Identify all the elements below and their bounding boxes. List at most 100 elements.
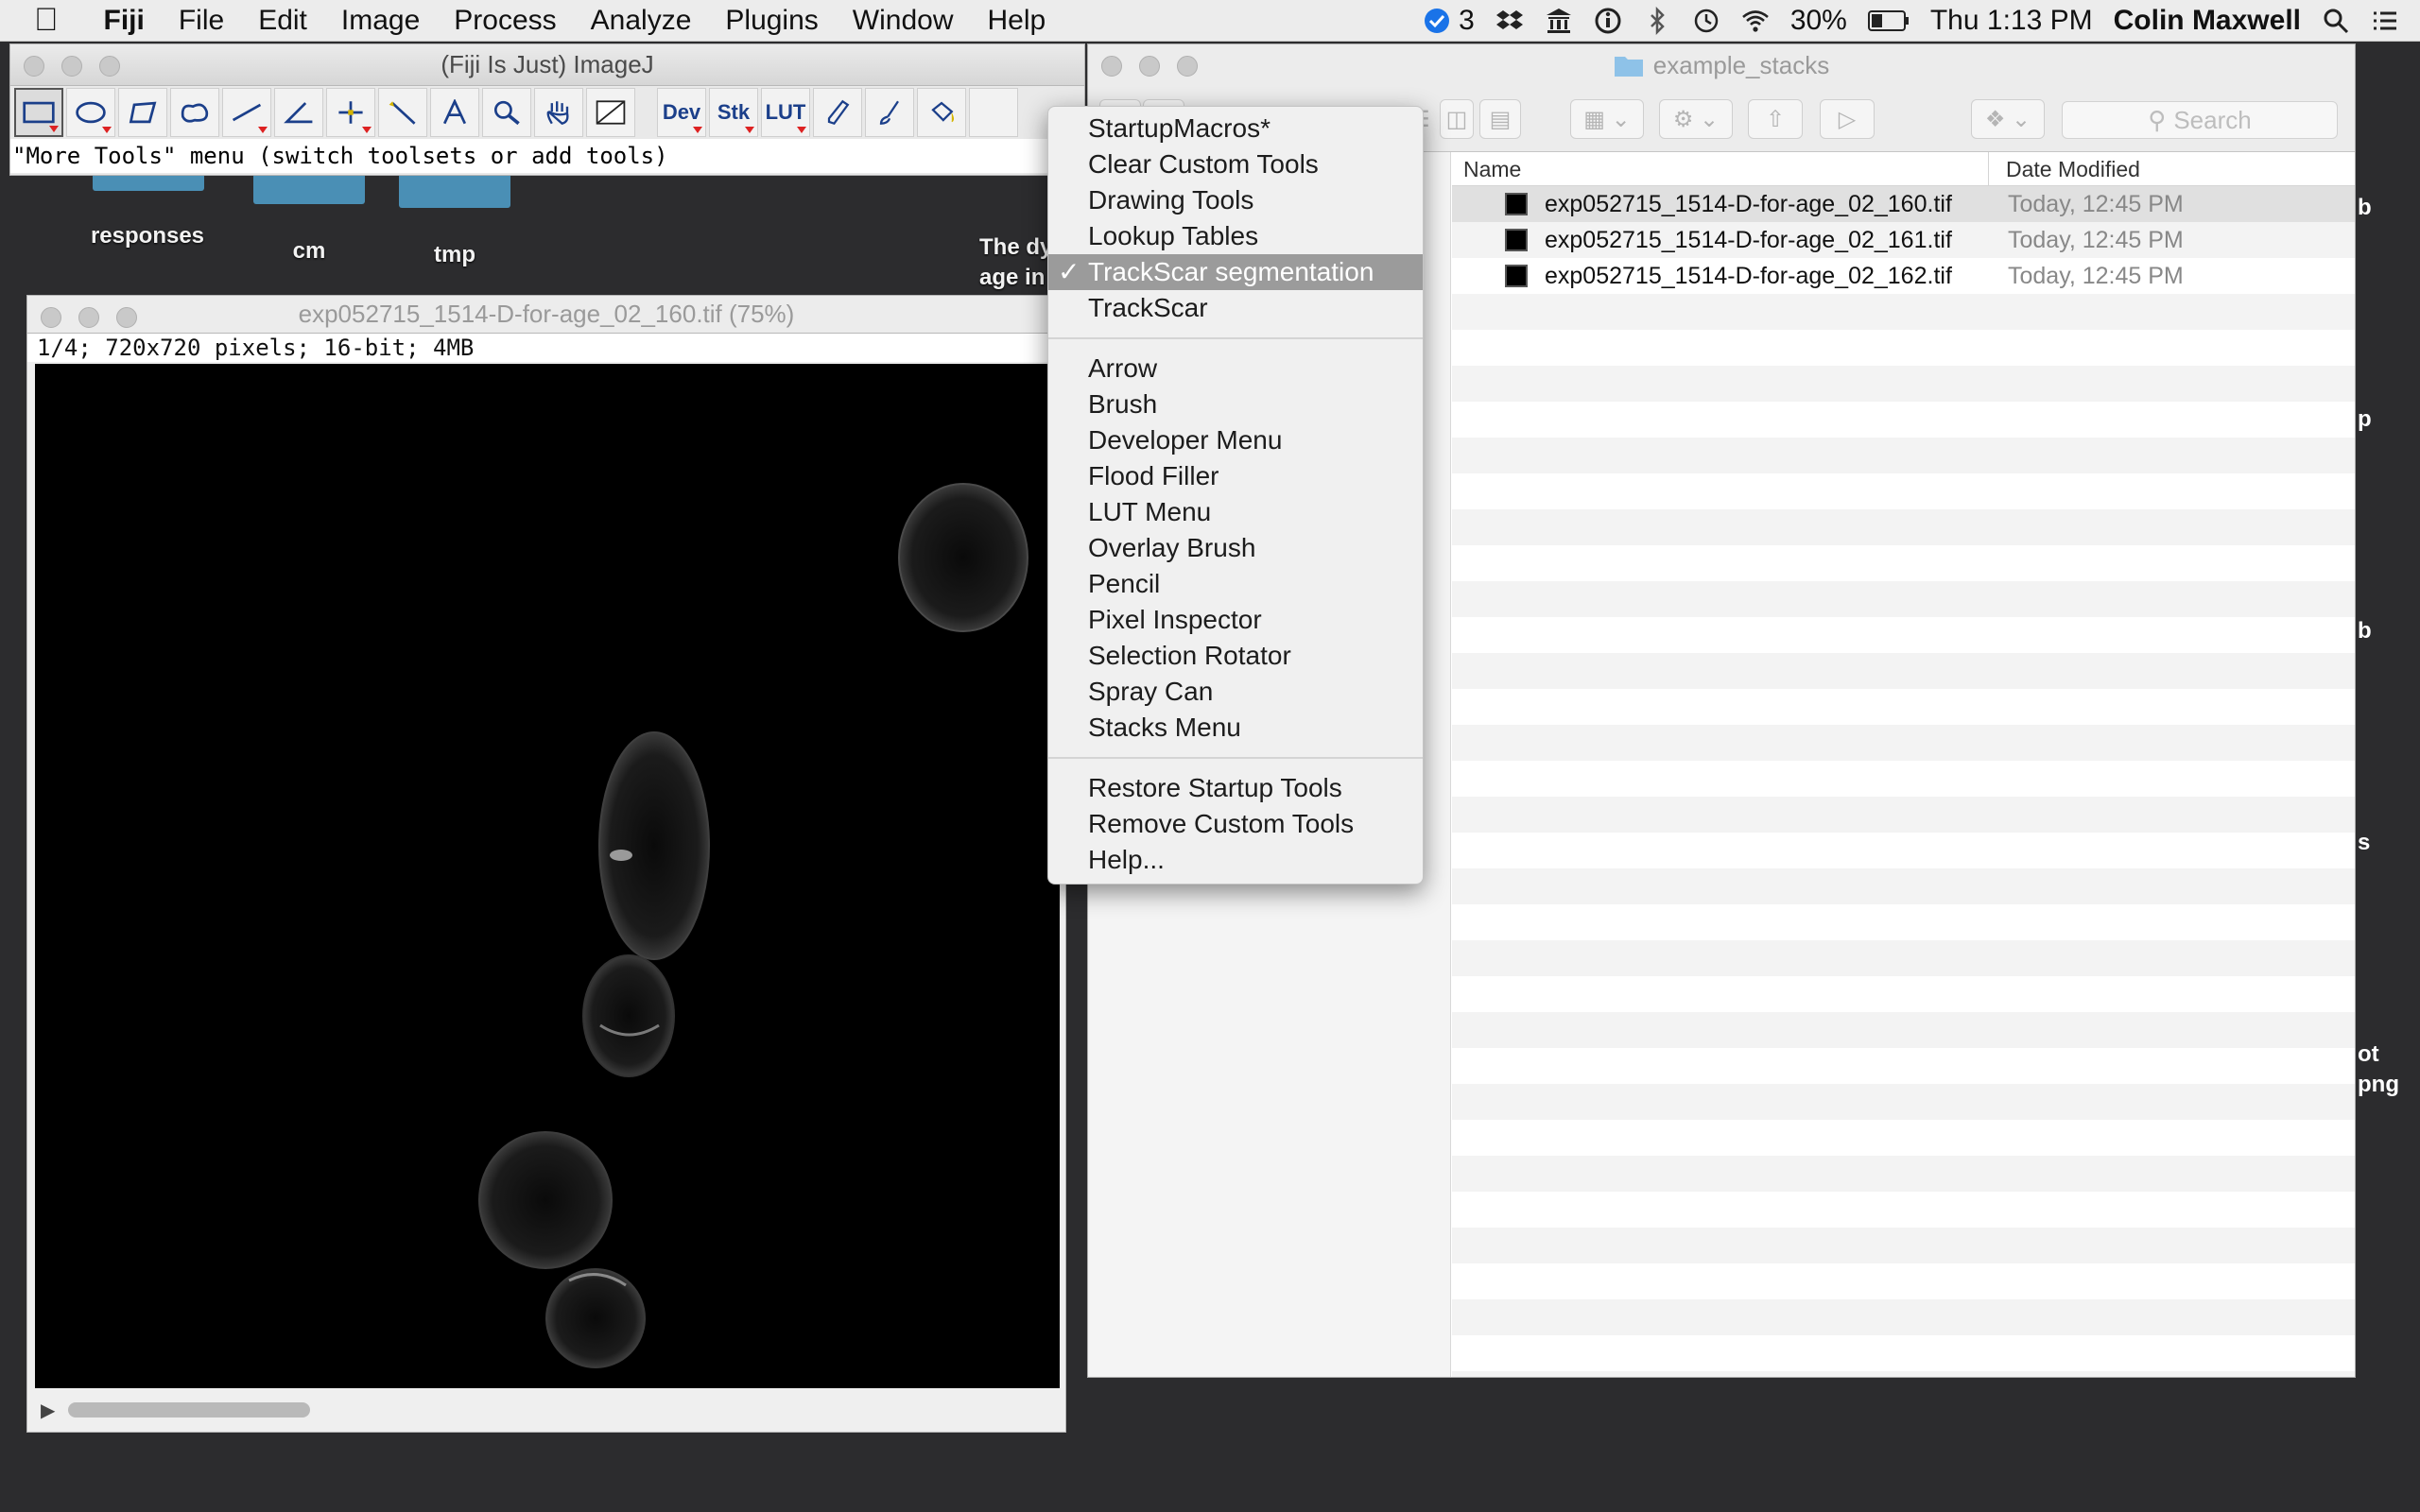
lut-menu-tool[interactable]: LUT: [761, 88, 810, 137]
desktop-item-cm[interactable]: cm: [253, 238, 365, 265]
menu-image[interactable]: Image: [324, 5, 437, 37]
line-tool-icon[interactable]: [222, 88, 271, 137]
dropbox-icon[interactable]: [1495, 7, 1524, 35]
bluetooth-icon[interactable]: [1643, 7, 1671, 35]
minimize-button[interactable]: [78, 307, 99, 328]
menu-user[interactable]: Colin Maxwell: [2114, 5, 2301, 37]
angle-tool-icon[interactable]: [274, 88, 323, 137]
menu-window[interactable]: Window: [836, 5, 971, 37]
zoom-button[interactable]: [1177, 56, 1198, 77]
notification-center-icon[interactable]: [2371, 7, 2399, 35]
menu-item-trackscar-segmentation[interactable]: ✓ TrackScar segmentation: [1048, 254, 1423, 290]
menu-item-help[interactable]: Help...: [1048, 842, 1423, 878]
zoom-button[interactable]: [116, 307, 137, 328]
image-canvas[interactable]: [35, 364, 1060, 1388]
arrange-button[interactable]: ▦ ⌄: [1570, 99, 1644, 139]
desktop-edge-fragment: b: [2358, 618, 2372, 644]
finder-titlebar[interactable]: example_stacks: [1088, 44, 2355, 86]
empty-tool-slot[interactable]: [969, 88, 1018, 137]
menu-item-startupmacros[interactable]: StartupMacros*: [1048, 111, 1423, 146]
close-button[interactable]: [24, 56, 44, 77]
menu-app-name[interactable]: Fiji: [87, 5, 162, 37]
menu-item-brush[interactable]: Brush: [1048, 387, 1423, 422]
color-picker-tool-icon[interactable]: [586, 88, 635, 137]
dropbox-toolbar-button[interactable]: ❖ ⌄: [1971, 99, 2045, 139]
tag-button[interactable]: ▷: [1820, 99, 1875, 139]
stk-menu-tool[interactable]: Stk: [709, 88, 758, 137]
hand-tool-icon[interactable]: [534, 88, 583, 137]
time-machine-icon[interactable]: [1692, 7, 1720, 35]
text-tool-icon[interactable]: [430, 88, 479, 137]
menu-item-clear-custom-tools[interactable]: Clear Custom Tools: [1048, 146, 1423, 182]
info-circle-icon[interactable]: [1594, 7, 1622, 35]
action-gear-button[interactable]: ⚙ ⌄: [1659, 99, 1733, 139]
wifi-icon[interactable]: [1741, 7, 1770, 35]
battery-icon[interactable]: [1867, 9, 1910, 32]
menu-file[interactable]: File: [162, 5, 241, 37]
menu-item-remove-custom-tools[interactable]: Remove Custom Tools: [1048, 806, 1423, 842]
wand-tool-icon[interactable]: [378, 88, 427, 137]
menu-item-spray-can[interactable]: Spray Can: [1048, 674, 1423, 710]
zoom-button[interactable]: [99, 56, 120, 77]
polygon-tool-icon[interactable]: [118, 88, 167, 137]
pencil-tool-icon[interactable]: [813, 88, 862, 137]
freehand-tool-icon[interactable]: [170, 88, 219, 137]
rectangle-tool-icon[interactable]: [14, 88, 63, 137]
stack-slider[interactable]: ▶: [35, 1396, 1060, 1424]
menu-item-lut-menu[interactable]: LUT Menu: [1048, 494, 1423, 530]
desktop-edge-fragment: b: [2358, 195, 2372, 220]
file-name: exp052715_1514-D-for-age_02_161.tif: [1545, 226, 1952, 253]
play-icon[interactable]: ▶: [41, 1399, 55, 1422]
cell: [898, 483, 1028, 632]
search-field[interactable]: ⚲ Search: [2062, 101, 2338, 139]
menu-item-trackscar[interactable]: TrackScar: [1048, 290, 1423, 326]
brush-tool-icon[interactable]: [865, 88, 914, 137]
minimize-button[interactable]: [61, 56, 82, 77]
menu-item-developer-menu[interactable]: Developer Menu: [1048, 422, 1423, 458]
menu-process[interactable]: Process: [437, 5, 573, 37]
desktop-item-tmp[interactable]: tmp: [399, 242, 510, 268]
menu-plugins[interactable]: Plugins: [708, 5, 835, 37]
image-info-line: 1/4; 720x720 pixels; 16-bit; 4MB: [27, 334, 1065, 362]
minimize-button[interactable]: [1139, 56, 1160, 77]
file-list: Name Date Modified exp052715_1514-D-for-…: [1452, 152, 2355, 1377]
close-button[interactable]: [1101, 56, 1122, 77]
menu-item-lookup-tables[interactable]: Lookup Tables: [1048, 218, 1423, 254]
notification-status[interactable]: 3: [1423, 5, 1475, 37]
imagej-titlebar[interactable]: (Fiji Is Just) ImageJ: [10, 44, 1084, 86]
museum-icon[interactable]: [1545, 7, 1573, 35]
menu-item-pencil[interactable]: Pencil: [1048, 566, 1423, 602]
apple-menu-icon[interactable]: : [0, 2, 87, 39]
column-view-button[interactable]: ◫: [1440, 99, 1474, 139]
dev-menu-tool[interactable]: Dev: [657, 88, 706, 137]
slider-thumb[interactable]: [68, 1402, 311, 1418]
menu-edit[interactable]: Edit: [241, 5, 324, 37]
file-row[interactable]: exp052715_1514-D-for-age_02_161.tif Toda…: [1452, 222, 2355, 258]
file-row[interactable]: exp052715_1514-D-for-age_02_160.tif Toda…: [1452, 186, 2355, 222]
point-tool-icon[interactable]: [326, 88, 375, 137]
column-date-modified[interactable]: Date Modified: [1989, 152, 2140, 185]
menu-item-arrow[interactable]: Arrow: [1048, 351, 1423, 387]
menu-help[interactable]: Help: [971, 5, 1063, 37]
menu-item-restore-startup-tools[interactable]: Restore Startup Tools: [1048, 770, 1423, 806]
menu-item-stacks-menu[interactable]: Stacks Menu: [1048, 710, 1423, 746]
magnifier-tool-icon[interactable]: [482, 88, 531, 137]
spotlight-search-icon[interactable]: [2322, 7, 2350, 35]
menu-item-flood-filler[interactable]: Flood Filler: [1048, 458, 1423, 494]
menu-item-selection-rotator[interactable]: Selection Rotator: [1048, 638, 1423, 674]
image-window-titlebar[interactable]: exp052715_1514-D-for-age_02_160.tif (75%…: [27, 296, 1065, 334]
menu-item-pixel-inspector[interactable]: Pixel Inspector: [1048, 602, 1423, 638]
oval-tool-icon[interactable]: [66, 88, 115, 137]
menu-item-drawing-tools[interactable]: Drawing Tools: [1048, 182, 1423, 218]
cover-flow-button[interactable]: ▤: [1479, 99, 1521, 139]
file-row[interactable]: exp052715_1514-D-for-age_02_162.tif Toda…: [1452, 258, 2355, 294]
menu-item-overlay-brush[interactable]: Overlay Brush: [1048, 530, 1423, 566]
menu-analyze[interactable]: Analyze: [574, 5, 709, 37]
share-button[interactable]: ⇧: [1748, 99, 1803, 139]
flood-fill-tool-icon[interactable]: [917, 88, 966, 137]
desktop-item-responses[interactable]: responses: [76, 223, 219, 249]
close-button[interactable]: [41, 307, 61, 328]
menu-clock[interactable]: Thu 1:13 PM: [1930, 5, 2093, 37]
column-name[interactable]: Name: [1452, 152, 1989, 185]
battery-percent[interactable]: 30%: [1790, 5, 1847, 37]
